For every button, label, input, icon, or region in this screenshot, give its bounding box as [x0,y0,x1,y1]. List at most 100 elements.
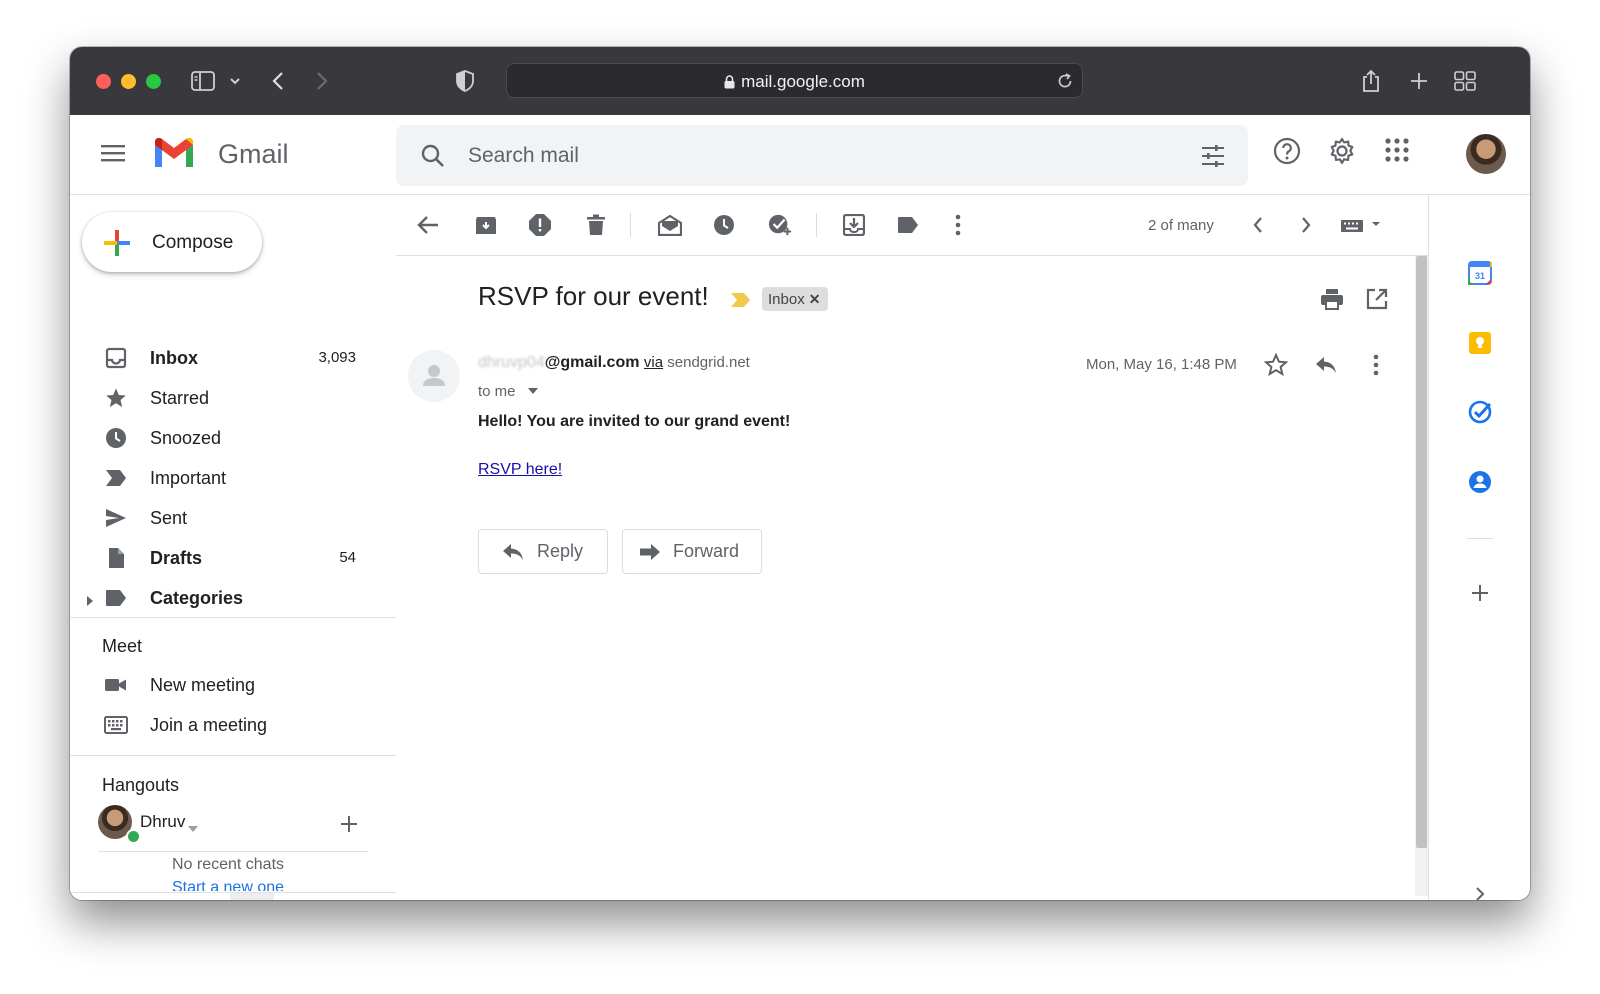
sidebar-divider [70,755,396,756]
tasks-icon[interactable] [1467,399,1493,425]
calendar-icon[interactable]: 31 [1467,260,1493,286]
star-icon [104,386,128,410]
keep-notes-icon[interactable] [1467,330,1493,356]
help-icon[interactable] [1273,137,1301,170]
shield-icon[interactable] [454,69,476,93]
calendar-day-text: 31 [1475,271,1485,281]
remove-label-icon[interactable]: ✕ [809,291,821,308]
rsvp-link[interactable]: RSVP here! [478,461,562,479]
sidebar-item-inbox[interactable]: Inbox 3,093 [70,338,396,378]
close-window-button[interactable] [96,74,111,89]
search-icon[interactable] [420,143,446,174]
open-new-window-icon[interactable] [1366,288,1388,315]
side-panel-divider [1467,538,1493,539]
sidebar-toggle-icon[interactable] [190,69,216,93]
settings-gear-icon[interactable] [1328,137,1356,170]
main-menu-icon[interactable] [100,143,126,168]
back-arrow-icon[interactable] [268,69,288,93]
caret-down-icon[interactable] [188,819,198,837]
sidebar-item-snoozed[interactable]: Snoozed [70,418,396,458]
expand-arrow-icon[interactable] [86,593,94,611]
side-panel: 31 [1428,195,1530,900]
via-link[interactable]: via [644,354,663,371]
search-input[interactable]: Search mail [468,144,579,168]
forward-arrow-icon [639,543,661,561]
more-vertical-icon[interactable] [946,213,970,237]
compose-button[interactable]: Compose [82,212,262,272]
labels-icon[interactable] [896,213,920,237]
search-bar[interactable]: Search mail [396,125,1248,186]
newer-chevron-left-icon[interactable] [1246,213,1270,237]
new-meeting-item[interactable]: New meeting [70,665,396,705]
sidebar-item-sent[interactable]: Sent [70,498,396,538]
chats-tab[interactable] [230,893,274,900]
sidebar-item-starred[interactable]: Starred [70,378,396,418]
show-side-panel-chevron-icon[interactable] [1467,881,1493,900]
delete-trash-icon[interactable] [584,213,608,237]
draft-icon [104,546,128,570]
via-domain: sendgrid.net [667,354,750,371]
message-date: Mon, May 16, 1:48 PM [1086,356,1237,373]
archive-icon[interactable] [474,213,498,237]
share-icon[interactable] [1360,69,1382,93]
draft-count: 54 [339,549,356,566]
get-addons-plus-icon[interactable] [1467,580,1493,606]
tab-overview-icon[interactable] [1454,69,1476,93]
star-outline-icon[interactable] [1264,353,1288,377]
input-tools-keyboard-icon[interactable] [1340,213,1386,237]
move-to-icon[interactable] [842,213,866,237]
maximize-window-button[interactable] [146,74,161,89]
report-spam-icon[interactable] [528,213,552,237]
browser-titlebar: mail.google.com [70,47,1530,115]
search-options-icon[interactable] [1200,143,1226,174]
mark-unread-icon[interactable] [658,213,682,237]
gmail-header: Gmail Search mail [70,115,1530,195]
via-text: via sendgrid.net [644,354,750,371]
sidebar-item-important[interactable]: Important [70,458,396,498]
compose-plus-icon [102,228,132,263]
hangouts-user-name[interactable]: Dhruv [140,812,185,832]
forward-arrow-icon[interactable] [312,69,332,93]
forward-button[interactable]: Forward [622,529,762,574]
important-marker-icon[interactable] [730,292,752,313]
url-text: mail.google.com [741,72,865,91]
back-to-inbox-icon[interactable] [416,213,440,237]
add-to-tasks-icon[interactable] [768,213,792,237]
sender-avatar[interactable] [408,350,460,402]
older-chevron-right-icon[interactable] [1294,213,1318,237]
recipient-line[interactable]: to me [478,381,538,400]
message-toolbar: 2 of many [396,195,1428,256]
chevron-down-icon[interactable] [228,69,242,93]
sender-line: dhruvp04@gmail.com via sendgrid.net [478,354,750,372]
print-icon[interactable] [1320,288,1344,315]
address-bar[interactable]: mail.google.com [506,63,1083,98]
gmail-logo-icon[interactable] [152,137,196,176]
lock-icon [724,74,735,94]
new-tab-icon[interactable] [1408,69,1430,93]
sidebar-item-label: Starred [150,388,210,408]
add-chat-icon[interactable] [340,815,358,838]
minimize-window-button[interactable] [121,74,136,89]
recipient-text: to me [478,383,516,400]
reply-icon[interactable] [1314,353,1338,377]
sidebar-item-categories[interactable]: Categories [70,578,396,618]
apps-grid-icon[interactable] [1384,137,1410,168]
reload-icon[interactable] [1056,72,1074,95]
no-recent-chats-text: No recent chats [171,856,285,873]
snooze-clock-icon[interactable] [712,213,736,237]
clock-icon [104,426,128,450]
sidebar-item-drafts[interactable]: Drafts 54 [70,538,396,578]
start-new-chat-link[interactable]: Start a new one [70,879,386,891]
contacts-icon[interactable] [1467,469,1493,495]
scrollbar-thumb[interactable] [1416,256,1427,848]
message-view: 2 of many RSVP for our event! Inbox ✕ dh… [396,195,1428,900]
reply-button[interactable]: Reply [478,529,608,574]
join-meeting-item[interactable]: Join a meeting [70,705,396,745]
account-avatar[interactable] [1466,134,1506,174]
recipient-details-caret-icon[interactable] [527,381,538,398]
gmail-wordmark[interactable]: Gmail [218,139,289,170]
sender-email[interactable]: @gmail.com [545,354,640,371]
left-sidebar: Compose Inbox 3,093 Starred Snoozed Impo… [70,195,396,900]
toolbar-divider [816,213,817,237]
more-vertical-icon[interactable] [1364,353,1388,377]
